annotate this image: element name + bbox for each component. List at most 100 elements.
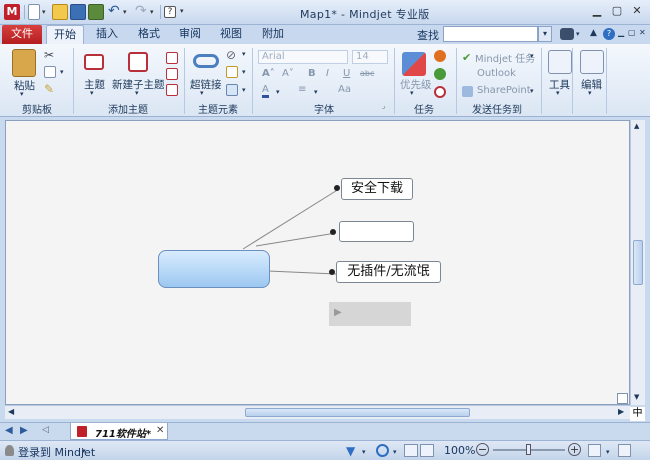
align-dropdown-icon[interactable]: ▾ xyxy=(314,88,318,96)
minimize-ribbon-icon[interactable]: ▲ xyxy=(590,28,597,38)
document-tab[interactable]: 711软件站* xyxy=(70,423,168,440)
element-dropdown-icon[interactable]: ▾ xyxy=(242,50,246,58)
callout-icon[interactable] xyxy=(166,52,178,64)
overview-icon[interactable] xyxy=(617,393,628,404)
sharepoint-dropdown-icon[interactable]: ▾ xyxy=(530,87,534,95)
sharepoint-icon[interactable] xyxy=(462,86,473,97)
align-icon[interactable]: ≡ xyxy=(298,84,306,95)
save-icon[interactable] xyxy=(70,4,86,20)
hyperlink-icon[interactable] xyxy=(193,54,219,68)
save-all-icon[interactable] xyxy=(88,4,104,20)
undo-icon[interactable]: ↶ xyxy=(108,3,120,19)
hyperlink-button[interactable]: 超链接 xyxy=(190,77,222,92)
zoom-in-icon[interactable]: + xyxy=(568,443,581,456)
focus-icon[interactable] xyxy=(376,444,389,457)
outlook-button[interactable]: Outlook xyxy=(477,68,516,79)
image-icon[interactable] xyxy=(226,84,238,96)
tab-view[interactable]: 视图 xyxy=(212,25,250,44)
floating-topic-icon[interactable] xyxy=(166,68,178,80)
close-icon[interactable]: ✕ xyxy=(628,3,646,19)
priority-button[interactable]: 优先级 xyxy=(400,77,432,92)
paste-icon[interactable] xyxy=(12,49,36,77)
undo-dropdown-icon[interactable]: ▾ xyxy=(123,8,127,16)
new-document-icon[interactable] xyxy=(28,4,40,20)
tools-dropdown-icon[interactable]: ▾ xyxy=(556,89,560,97)
filter-dropdown-icon[interactable]: ▾ xyxy=(362,448,366,456)
new-dropdown-icon[interactable]: ▾ xyxy=(42,8,46,16)
fullscreen-icon[interactable] xyxy=(618,444,631,457)
minimize-icon[interactable]: ▁ xyxy=(588,3,606,19)
mindjet-task-dropdown-icon[interactable]: ▾ xyxy=(530,52,534,60)
font-color-icon[interactable]: A xyxy=(262,84,269,98)
open-folder-icon[interactable] xyxy=(52,4,68,20)
search-dropdown-icon[interactable]: ▾ xyxy=(538,26,552,42)
tab-back-icon[interactable]: ◀ xyxy=(5,425,13,436)
tab-format[interactable]: 格式 xyxy=(130,25,168,44)
zoom-slider-thumb[interactable] xyxy=(526,444,531,455)
horizontal-scroll-thumb[interactable] xyxy=(245,408,470,417)
grow-font-icon[interactable]: A˄ xyxy=(262,68,275,79)
help-icon[interactable]: ? xyxy=(164,6,176,18)
hyperlink-dropdown-icon[interactable]: ▾ xyxy=(200,89,204,97)
login-icon[interactable] xyxy=(5,445,14,456)
topic-button[interactable]: 主题 xyxy=(84,77,105,92)
mindjet-logo-icon[interactable]: M xyxy=(4,4,20,20)
bold-icon[interactable]: B xyxy=(308,68,316,79)
mindjet-task-button[interactable]: Mindjet 任务 xyxy=(475,50,535,65)
topic-node[interactable] xyxy=(339,221,414,242)
italic-icon[interactable]: I xyxy=(326,68,329,79)
tab-addons[interactable]: 附加 xyxy=(254,25,292,44)
progress-icon[interactable] xyxy=(434,50,446,62)
cut-icon[interactable]: ✂ xyxy=(44,48,54,62)
maximize-icon[interactable]: ▢ xyxy=(608,3,626,19)
shrink-font-icon[interactable]: A˅ xyxy=(282,68,294,79)
map-view-icon[interactable] xyxy=(404,444,418,457)
scroll-down-icon[interactable]: ▼ xyxy=(634,393,639,401)
redo-dropdown-icon[interactable]: ▾ xyxy=(150,8,154,16)
paste-button[interactable]: 粘贴 xyxy=(14,78,35,93)
underline-icon[interactable]: U xyxy=(343,68,350,79)
tab-review[interactable]: 审阅 xyxy=(171,25,209,44)
edit-icon[interactable] xyxy=(580,50,604,74)
scroll-left-icon[interactable]: ◀ xyxy=(8,407,14,416)
redo-icon[interactable]: ↷ xyxy=(135,3,147,19)
priority-dropdown-icon[interactable]: ▾ xyxy=(410,89,414,97)
copy-icon[interactable] xyxy=(44,66,56,78)
subtopic-icon[interactable] xyxy=(128,52,148,72)
copy-dropdown-icon[interactable]: ▾ xyxy=(60,68,64,76)
doc-close-icon[interactable]: ✕ xyxy=(639,28,646,37)
tab-insert[interactable]: 插入 xyxy=(88,25,126,44)
search-input[interactable] xyxy=(443,26,538,42)
fit-map-icon[interactable] xyxy=(588,444,601,457)
font-color-dropdown-icon[interactable]: ▾ xyxy=(276,88,280,96)
notes-icon[interactable] xyxy=(226,66,238,78)
strikethrough-icon[interactable]: abc xyxy=(360,69,374,78)
due-date-icon[interactable] xyxy=(434,86,446,98)
horizontal-scrollbar[interactable]: ◀ ▶ xyxy=(5,405,630,419)
element-dropdown-icon-3[interactable]: ▾ xyxy=(242,86,246,94)
binoculars-icon[interactable] xyxy=(560,28,574,40)
doc-minimize-icon[interactable]: ▁ xyxy=(618,28,624,37)
element-dropdown-icon-2[interactable]: ▾ xyxy=(242,68,246,76)
tab-forward-icon[interactable]: ▶ xyxy=(20,425,28,436)
tab-home[interactable]: 开始 xyxy=(46,25,84,44)
zoom-out-icon[interactable]: − xyxy=(476,443,489,456)
map-canvas[interactable] xyxy=(5,120,630,405)
filter-icon[interactable]: ▼ xyxy=(346,444,355,458)
resource-icon[interactable] xyxy=(434,68,446,80)
scroll-up-icon[interactable]: ▲ xyxy=(634,122,639,130)
vertical-scrollbar[interactable]: ▲ ▼ xyxy=(630,120,645,405)
login-dropdown-icon[interactable]: ▾ xyxy=(82,447,86,455)
topic-dropdown-icon[interactable]: ▾ xyxy=(90,89,94,97)
tools-icon[interactable] xyxy=(548,50,572,74)
help-circle-icon[interactable]: ? xyxy=(603,28,615,40)
format-painter-icon[interactable]: ✎ xyxy=(44,82,54,96)
edit-dropdown-icon[interactable]: ▾ xyxy=(588,89,592,97)
paste-dropdown-icon[interactable]: ▾ xyxy=(20,90,24,98)
font-family-select[interactable]: Arial xyxy=(258,50,348,64)
priority-icon[interactable] xyxy=(402,52,426,76)
sharepoint-button[interactable]: SharePoint xyxy=(477,85,531,96)
vertical-scroll-thumb[interactable] xyxy=(633,240,643,285)
attachment-icon[interactable]: ⊘ xyxy=(226,48,236,62)
font-size-select[interactable]: 14 xyxy=(352,50,388,64)
